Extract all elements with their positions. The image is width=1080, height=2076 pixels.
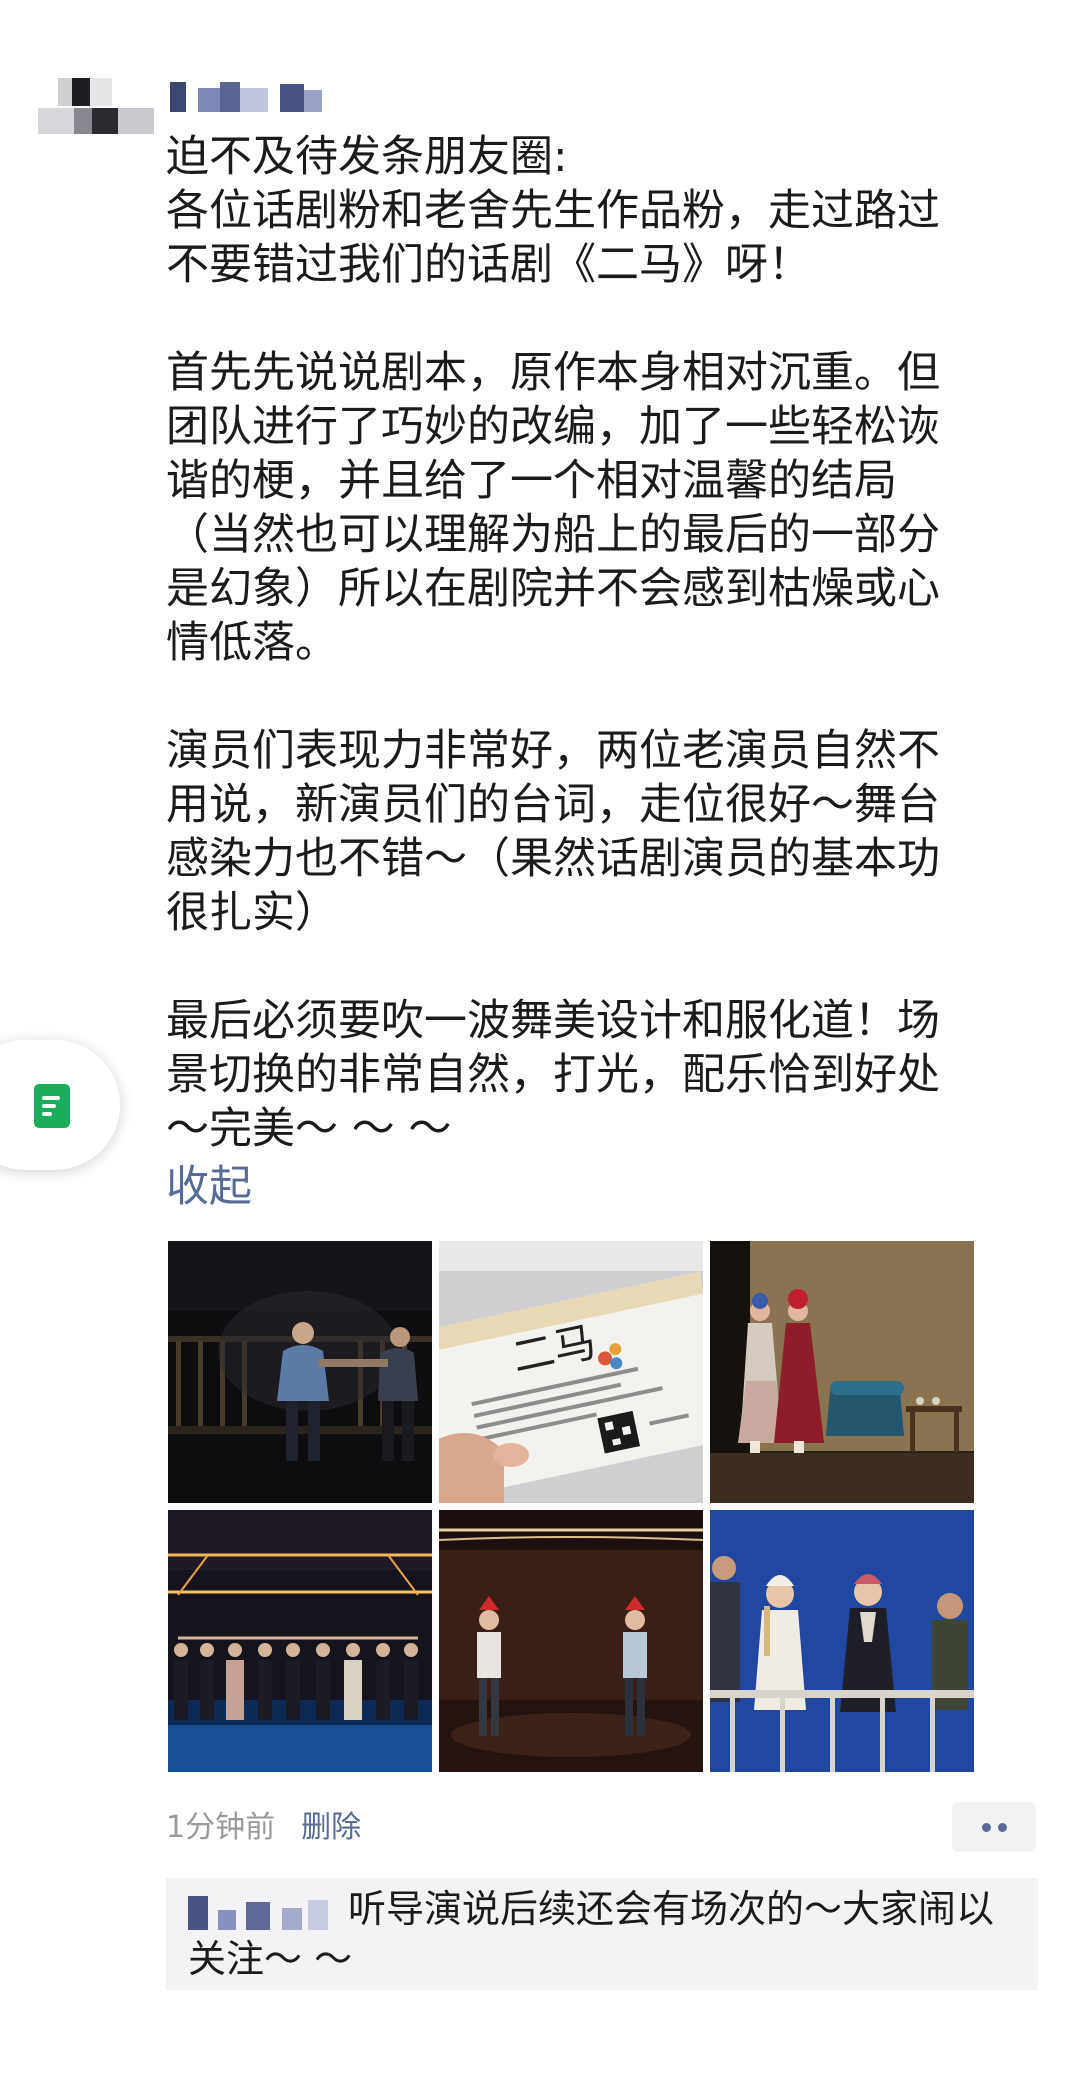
- post-text: 迫不及待发条朋友圈: 各位话剧粉和老舍先生作品粉，走过路过 不要错过我们的话剧《…: [166, 130, 1016, 1156]
- post-paragraph-2: 首先先说说剧本，原作本身相对沉重。但 团队进行了巧妙的改编，加了一些轻松诙 谐的…: [166, 346, 1016, 670]
- photo-stage-handshake[interactable]: [168, 1241, 432, 1503]
- post-paragraph-3: 演员们表现力非常好，两位老演员自然不 用说，新演员们的台词，走位很好～舞台 感染…: [166, 724, 1016, 940]
- photo-stage-actresses[interactable]: [710, 1241, 974, 1503]
- post-line: 最后必须要吹一波舞美设计和服化道！场: [166, 996, 940, 1046]
- post-paragraph-4: 最后必须要吹一波舞美设计和服化道！场 景切换的非常自然，打光，配乐恰到好处 ～完…: [166, 994, 1016, 1156]
- more-dots-icon[interactable]: [952, 1802, 1036, 1852]
- floating-doc-widget[interactable]: [0, 1040, 120, 1170]
- post-meta: 1分钟前 删除: [166, 1808, 361, 1848]
- post-line: 是幻象）所以在剧院并不会感到枯燥或心: [166, 564, 940, 614]
- collapse-link[interactable]: 收起: [166, 1160, 252, 1214]
- photo-curtain-call[interactable]: [168, 1510, 432, 1772]
- post-line: 首先先说说剧本，原作本身相对沉重。但: [166, 348, 940, 398]
- document-icon: [34, 1084, 70, 1128]
- post-line: 谐的梗，并且给了一个相对温馨的结局: [166, 456, 897, 506]
- post-line: 团队进行了巧妙的改编，加了一些轻松诙: [166, 402, 940, 452]
- post-line: ～完美～ ～ ～: [166, 1104, 452, 1154]
- post-line: 景切换的非常自然，打光，配乐恰到好处: [166, 1050, 940, 1100]
- post-paragraph-1: 迫不及待发条朋友圈: 各位话剧粉和老舍先生作品粉，走过路过 不要错过我们的话剧《…: [166, 130, 1016, 292]
- moments-post: 迫不及待发条朋友圈: 各位话剧粉和老舍先生作品粉，走过路过 不要错过我们的话剧《…: [0, 0, 1080, 2076]
- comment-box: 听导演说后续还会有场次的～大家闹以关注～ ～: [166, 1878, 1038, 1990]
- post-line: （当然也可以理解为船上的最后的一部分: [166, 510, 940, 560]
- post-line: 不要错过我们的话剧《二马》呀！: [166, 240, 811, 290]
- post-line: 各位话剧粉和老舍先生作品粉，走过路过: [166, 186, 940, 236]
- post-line: 演员们表现力非常好，两位老演员自然不: [166, 726, 940, 776]
- post-line: 很扎实）: [166, 888, 338, 938]
- photo-stage-duo[interactable]: [439, 1510, 703, 1772]
- post-line: 迫不及待发条朋友圈:: [166, 132, 568, 182]
- post-line: 用说，新演员们的台词，走位很好～舞台: [166, 780, 940, 830]
- post-line: 情低落。: [166, 618, 338, 668]
- post-line: 感染力也不错～（果然话剧演员的基本功: [166, 834, 940, 884]
- delete-link[interactable]: 删除: [301, 1810, 361, 1845]
- photo-ticket[interactable]: 二马: [439, 1241, 703, 1503]
- photo-ship-scene[interactable]: [710, 1510, 974, 1772]
- comment-text: 听导演说后续还会有场次的～大家闹以关注～ ～: [188, 1887, 995, 1981]
- post-timestamp: 1分钟前: [166, 1810, 276, 1845]
- avatar[interactable]: [38, 78, 154, 178]
- photo-grid: 二马: [168, 1241, 974, 1772]
- username-blurred[interactable]: [170, 80, 340, 124]
